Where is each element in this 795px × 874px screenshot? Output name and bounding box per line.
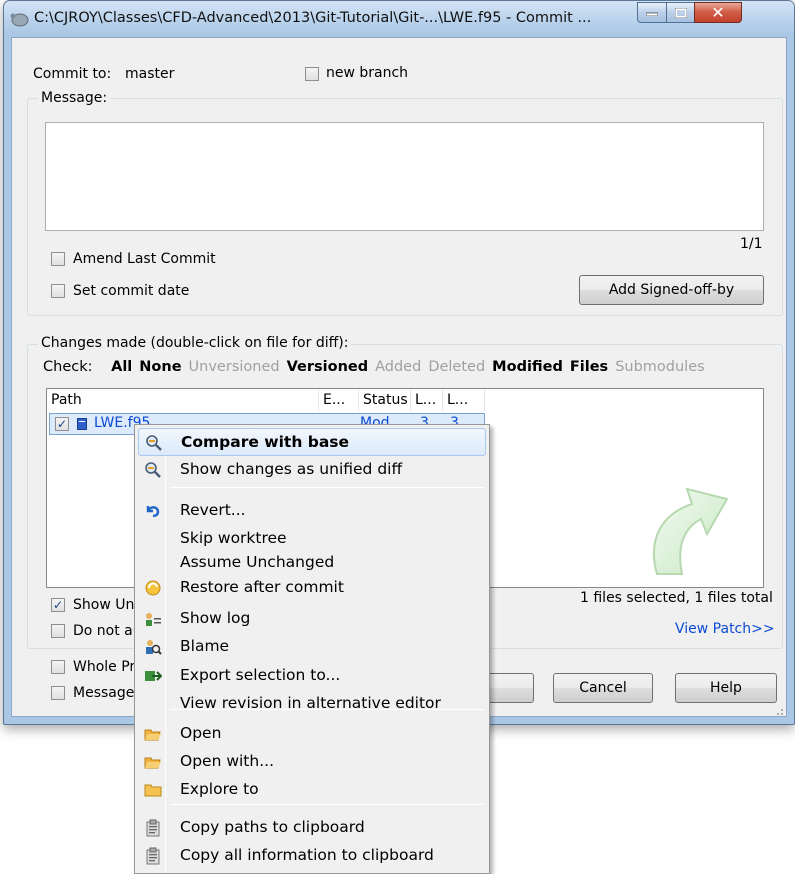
- view-patch-link[interactable]: View Patch>>: [675, 621, 775, 637]
- menu-item-assume-unchanged[interactable]: Assume Unchanged: [138, 549, 486, 577]
- add-signed-off-button[interactable]: Add Signed-off-by: [579, 275, 764, 305]
- open-folder-icon: [144, 725, 162, 743]
- menu-item-label: Assume Unchanged: [180, 553, 335, 571]
- menu-item-label: Show log: [180, 609, 251, 627]
- filter-all[interactable]: All: [111, 359, 132, 375]
- magnifier-diff-icon: [145, 434, 163, 452]
- maximize-icon: [674, 7, 687, 18]
- menu-item-explore-to[interactable]: Explore to: [138, 776, 486, 804]
- tortoisegit-icon: [10, 13, 29, 27]
- menu-item-export-selection-to[interactable]: Export selection to...: [138, 662, 486, 690]
- column-header-lines-removed[interactable]: L...: [443, 389, 485, 411]
- menu-item-label: Restore after commit: [180, 578, 344, 596]
- window-title: C:\CJROY\Classes\CFD-Advanced\2013\Git-T…: [34, 10, 592, 26]
- menu-separator: [170, 804, 484, 805]
- check-label: Check:: [43, 359, 93, 375]
- show-unversioned-checkbox[interactable]: ✓: [51, 598, 65, 612]
- cancel-button[interactable]: Cancel: [553, 673, 653, 703]
- menu-item-label: View revision in alternative editor: [180, 694, 441, 712]
- column-header-status[interactable]: Status: [359, 389, 411, 411]
- clipboard-icon: [144, 819, 162, 837]
- menu-item-show-changes-as-unified-diff[interactable]: Show changes as unified diff: [138, 456, 486, 484]
- menu-item-label: Skip worktree: [180, 529, 287, 547]
- new-branch-checkbox[interactable]: [305, 67, 319, 81]
- whole-project-label: Whole Pro: [73, 659, 144, 675]
- file-icon: [77, 418, 87, 430]
- maximize-button[interactable]: [666, 2, 695, 23]
- check-filter-bar: Check: All None Unversioned Versioned Added D…: [43, 359, 712, 375]
- menu-item-label: Show changes as unified diff: [180, 460, 403, 478]
- message-label: Message:: [38, 90, 111, 106]
- menu-item-label: Export selection to...: [180, 666, 341, 684]
- show-unversioned-label: Show Unv: [73, 597, 143, 613]
- whole-project-checkbox[interactable]: [51, 660, 65, 674]
- new-branch-label: new branch: [326, 65, 409, 81]
- menu-item-open[interactable]: Open: [138, 720, 486, 748]
- column-header-path[interactable]: Path: [47, 389, 319, 411]
- menu-separator: [170, 487, 484, 488]
- menu-item-label: Revert...: [180, 501, 246, 519]
- branch-name: master: [125, 66, 175, 82]
- message-counter: 1/1: [740, 236, 763, 252]
- menu-item-label: Copy paths to clipboard: [180, 818, 365, 836]
- message-only-checkbox[interactable]: [51, 686, 65, 700]
- filter-unversioned: Unversioned: [188, 359, 280, 375]
- help-button[interactable]: Help: [675, 673, 777, 703]
- minimize-button[interactable]: [637, 2, 667, 23]
- selection-status: 1 files selected, 1 files total: [580, 590, 773, 606]
- filter-versioned[interactable]: Versioned: [287, 359, 369, 375]
- menu-item-copy-all-information-to-clipboard[interactable]: Copy all information to clipboard: [138, 842, 486, 870]
- amend-label: Amend Last Commit: [73, 251, 216, 267]
- column-header-extension[interactable]: E...: [319, 389, 359, 411]
- commit-watermark-arrow-icon: [652, 487, 729, 575]
- menu-item-show-log[interactable]: Show log: [138, 605, 486, 633]
- set-date-label: Set commit date: [73, 283, 190, 299]
- message-textarea[interactable]: [45, 122, 764, 231]
- commit-to-label: Commit to:: [33, 66, 112, 82]
- magnifier-diff-icon: [144, 461, 162, 479]
- menu-item-open-with[interactable]: Open with...: [138, 748, 486, 776]
- amend-checkbox[interactable]: [51, 252, 65, 266]
- menu-item-revert[interactable]: Revert...: [138, 497, 486, 525]
- filter-modified[interactable]: Modified: [492, 359, 563, 375]
- menu-item-label: Compare with base: [181, 433, 350, 451]
- file-checkbox[interactable]: ✓: [55, 417, 69, 431]
- filter-deleted: Deleted: [428, 359, 486, 375]
- column-header-lines-added[interactable]: L...: [411, 389, 443, 411]
- file-context-menu: Compare with base Show changes as unified…: [134, 424, 490, 874]
- restore-icon: [144, 579, 162, 597]
- filter-added: Added: [375, 359, 422, 375]
- menu-item-view-revision-in-alternative-editor[interactable]: View revision in alternative editor: [138, 690, 486, 718]
- menu-item-label: Explore to: [180, 780, 259, 798]
- menu-item-blame[interactable]: Blame: [138, 633, 486, 661]
- export-icon: [144, 667, 163, 685]
- menu-item-label: Blame: [180, 637, 230, 655]
- menu-item-label: Open: [180, 724, 222, 742]
- folder-icon: [144, 781, 162, 799]
- blame-icon: [144, 638, 162, 656]
- set-date-checkbox[interactable]: [51, 284, 65, 298]
- filter-none[interactable]: None: [139, 359, 181, 375]
- resize-grip-icon[interactable]: [774, 706, 784, 716]
- title-bar[interactable]: C:\CJROY\Classes\CFD-Advanced\2013\Git-T…: [4, 1, 794, 37]
- menu-item-label: Open with...: [180, 752, 274, 770]
- revert-arrow-icon: [144, 502, 162, 520]
- do-not-auto-checkbox[interactable]: [51, 624, 65, 638]
- filter-submodules: Submodules: [615, 359, 705, 375]
- log-icon: [144, 610, 162, 628]
- menu-item-compare-with-base[interactable]: Compare with base: [138, 428, 486, 456]
- menu-item-restore-after-commit[interactable]: Restore after commit: [138, 574, 486, 602]
- close-icon: ✕: [711, 3, 725, 22]
- minimize-icon: [646, 12, 658, 16]
- menu-item-label: Copy all information to clipboard: [180, 846, 434, 864]
- do-not-auto-label: Do not au: [73, 623, 142, 639]
- close-button[interactable]: ✕: [694, 2, 742, 23]
- menu-item-copy-paths-to-clipboard[interactable]: Copy paths to clipboard: [138, 814, 486, 842]
- changes-label: Changes made (double-click on file for d…: [38, 335, 352, 351]
- clipboard-icon: [144, 847, 162, 865]
- open-folder-icon: [144, 753, 162, 771]
- filter-files[interactable]: Files: [570, 359, 608, 375]
